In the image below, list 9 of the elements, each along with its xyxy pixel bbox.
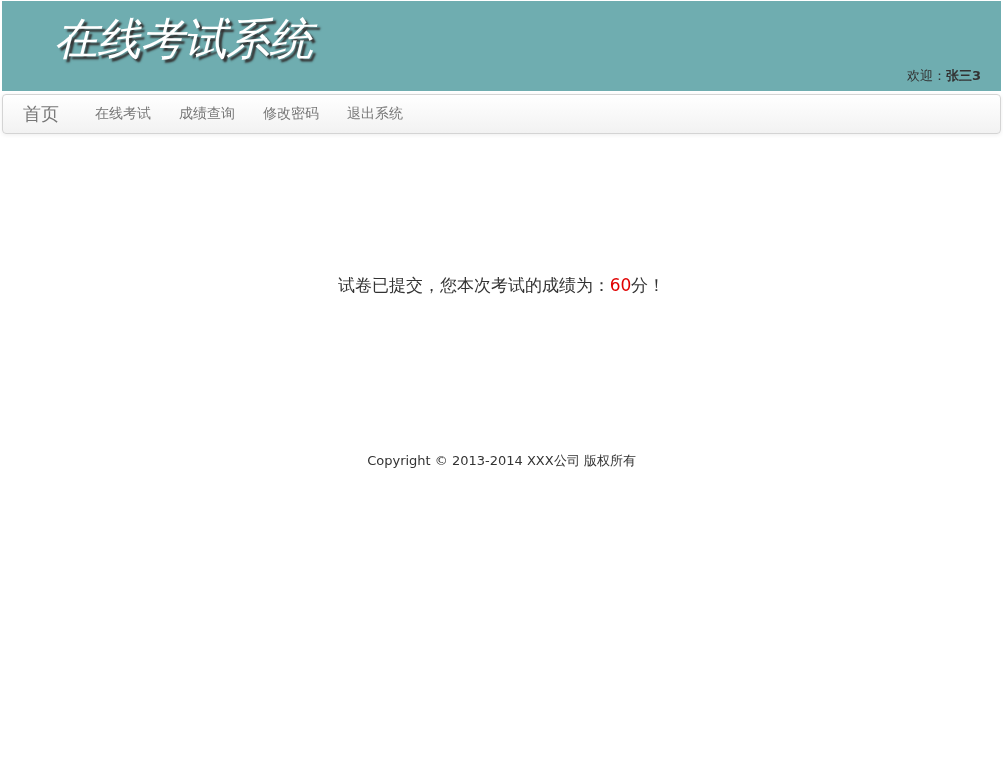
result-message: 试卷已提交，您本次考试的成绩为：60分！ — [336, 274, 667, 297]
home-link[interactable]: 首页 — [23, 102, 59, 126]
site-title: 在线考试系统 — [48, 9, 326, 72]
nav-link[interactable]: 修改密码 — [249, 105, 333, 123]
nav-link[interactable]: 退出系统 — [333, 105, 417, 123]
nav-link[interactable]: 在线考试 — [81, 105, 165, 123]
welcome-text: 欢迎：张三3 — [906, 67, 981, 85]
nav-link[interactable]: 成绩查询 — [165, 105, 249, 123]
copyright-text: Copyright © 2013-2014 XXX公司 版权所有 — [366, 452, 637, 470]
